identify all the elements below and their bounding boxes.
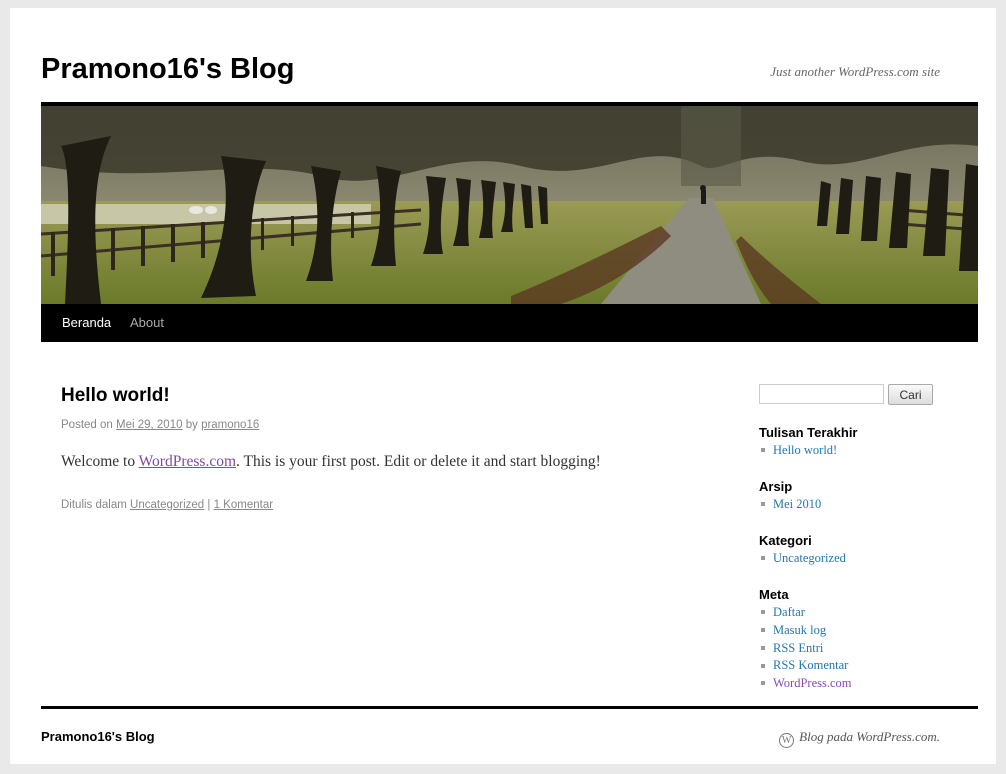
bullet-icon	[761, 663, 765, 668]
recent-post-link[interactable]: Hello world!	[773, 443, 837, 457]
post-content-text-after: . This is your first post. Edit or delet…	[236, 453, 601, 470]
search-button[interactable]: Cari	[888, 384, 933, 405]
archive-link[interactable]: Mei 2010	[773, 497, 821, 511]
list-item: Uncategorized	[759, 550, 846, 568]
widget-title-archives: Arsip	[759, 479, 793, 494]
categories-list: Uncategorized	[759, 550, 846, 568]
recent-posts-list: Hello world!	[759, 442, 837, 460]
search-input[interactable]	[759, 384, 884, 404]
main-navigation: Beranda About	[41, 304, 978, 342]
list-item: Masuk log	[759, 622, 852, 640]
post-content: Welcome to WordPress.com. This is your f…	[61, 453, 601, 471]
header-image	[41, 106, 978, 304]
list-item: RSS Komentar	[759, 657, 852, 675]
bullet-icon	[761, 681, 765, 686]
register-link[interactable]: Daftar	[773, 605, 805, 619]
category-link[interactable]: Uncategorized	[773, 551, 846, 565]
list-item: Mei 2010	[759, 496, 821, 514]
post-author-link[interactable]: pramono16	[201, 419, 259, 431]
nav-item-about[interactable]: About	[130, 304, 164, 342]
post-meta: Posted on Mei 29, 2010 by pramono16	[61, 419, 259, 431]
wordpress-com-meta-link[interactable]: WordPress.com	[773, 676, 852, 690]
comments-link[interactable]: 1 Komentar	[214, 499, 273, 511]
meta-list: Daftar Masuk log RSS Entri RSS Komentar …	[759, 604, 852, 693]
bullet-icon	[761, 610, 765, 615]
page: Pramono16's Blog Just another WordPress.…	[10, 8, 996, 764]
archives-list: Mei 2010	[759, 496, 821, 514]
wordpress-logo-icon: W	[779, 733, 795, 748]
site-description: Just another WordPress.com site	[770, 64, 940, 79]
widget-title-recent-posts: Tulisan Terakhir	[759, 425, 858, 440]
list-item: Hello world!	[759, 442, 837, 460]
filed-in-label: Ditulis dalam	[61, 499, 127, 511]
bullet-icon	[761, 502, 765, 507]
post-content-text-before: Welcome to	[61, 453, 139, 470]
list-item: RSS Entri	[759, 640, 852, 658]
wordpress-com-link[interactable]: WordPress.com	[139, 453, 236, 470]
bullet-icon	[761, 627, 765, 632]
post-footer-meta: Ditulis dalam Uncategorized | 1 Komentar	[61, 499, 273, 511]
bullet-icon	[761, 556, 765, 561]
posted-on-label: Posted on	[61, 419, 113, 431]
footer-credit: W Blog pada WordPress.com.	[779, 729, 940, 748]
site-title[interactable]: Pramono16's Blog	[41, 52, 294, 86]
list-item: WordPress.com	[759, 675, 852, 693]
category-link[interactable]: Uncategorized	[130, 499, 204, 511]
footer-divider	[41, 706, 978, 709]
widget-title-meta: Meta	[759, 587, 789, 602]
by-label: by	[185, 419, 198, 431]
nav-item-beranda[interactable]: Beranda	[62, 304, 111, 342]
rss-comments-link[interactable]: RSS Komentar	[773, 658, 848, 672]
list-item: Daftar	[759, 604, 852, 622]
footer-site-title[interactable]: Pramono16's Blog	[41, 729, 155, 744]
login-link[interactable]: Masuk log	[773, 623, 826, 637]
post-title[interactable]: Hello world!	[61, 385, 170, 407]
meta-separator: |	[207, 499, 211, 511]
rss-entries-link[interactable]: RSS Entri	[773, 641, 823, 655]
bullet-icon	[761, 645, 765, 650]
widget-title-categories: Kategori	[759, 533, 812, 548]
bullet-icon	[761, 448, 765, 453]
footer-credit-link[interactable]: Blog pada WordPress.com.	[799, 729, 940, 744]
post-date-link[interactable]: Mei 29, 2010	[116, 419, 183, 431]
